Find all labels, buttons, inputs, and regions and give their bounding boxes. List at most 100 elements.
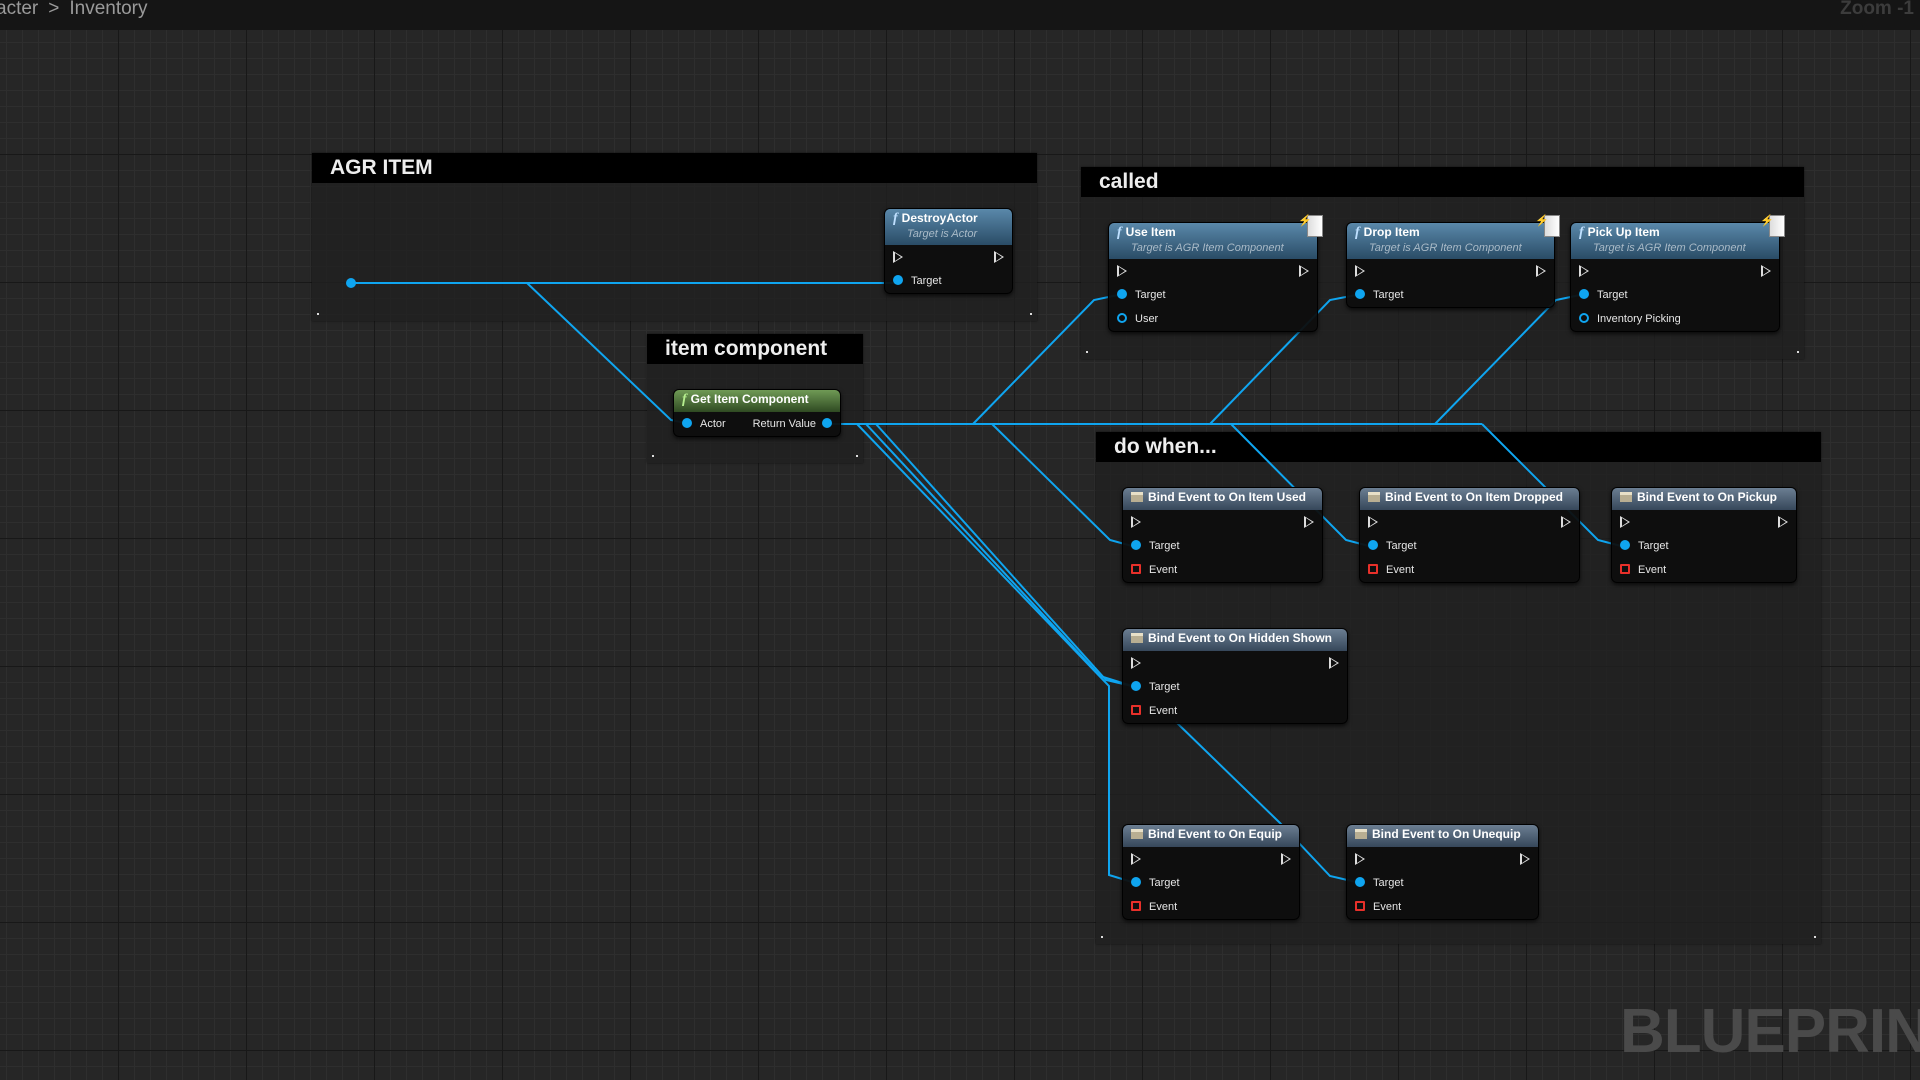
- node-title: Bind Event to On Equip: [1148, 827, 1282, 841]
- exec-out-pin[interactable]: [1329, 657, 1339, 669]
- input-pin[interactable]: [1368, 540, 1378, 550]
- pin-row: Target: [885, 269, 1012, 293]
- event-pin[interactable]: [1131, 705, 1141, 715]
- node-header: f Use Item Target is AGR Item Component: [1109, 214, 1323, 259]
- exec-out-pin[interactable]: [994, 251, 1004, 263]
- node-use-item[interactable]: fUse Item Target is AGR Item Component Tar…: [1108, 214, 1323, 332]
- node-pick-up-item[interactable]: f Pick Up Item Target is AGR Item Componen…: [1570, 214, 1785, 332]
- pin-label: Event: [1149, 564, 1178, 576]
- exec-row: [1109, 259, 1317, 283]
- input-pin[interactable]: [682, 418, 692, 428]
- wire[interactable]: [865, 423, 1133, 687]
- pin-row: Event: [1123, 895, 1299, 919]
- node-bind-event-to-on-item-used[interactable]: Bind Event to On Item Used Target Event: [1122, 487, 1323, 583]
- pin-row: User: [1109, 307, 1317, 331]
- pin-label: Target: [1597, 289, 1628, 301]
- exec-in-pin[interactable]: [1368, 516, 1378, 528]
- node-bind-event-to-on-equip[interactable]: Bind Event to On Equip Target Event: [1122, 824, 1300, 920]
- input-pin[interactable]: [1117, 313, 1127, 323]
- node-header: f Get Item Component: [674, 390, 840, 412]
- exec-out-pin[interactable]: [1536, 265, 1546, 277]
- input-pin[interactable]: [1131, 540, 1141, 550]
- node-title: Pick Up Item: [1587, 225, 1660, 239]
- input-pin[interactable]: [1131, 681, 1141, 691]
- reroute-node[interactable]: [346, 278, 356, 288]
- wire[interactable]: [991, 423, 1133, 547]
- exec-out-pin[interactable]: [1299, 265, 1309, 277]
- exec-row: [1571, 259, 1779, 283]
- exec-in-pin[interactable]: [1131, 516, 1141, 528]
- input-pin[interactable]: [893, 275, 903, 285]
- node-title: DestroyActor: [901, 211, 978, 225]
- pin-row: Event: [1612, 558, 1796, 582]
- pin-label: Target: [1386, 540, 1417, 552]
- input-pin[interactable]: [1355, 877, 1365, 887]
- event-pin[interactable]: [1368, 564, 1378, 574]
- node-bind-event-to-on-unequip[interactable]: Bind Event to On Unequip Target Event: [1346, 824, 1539, 920]
- exec-in-pin[interactable]: [1131, 853, 1141, 865]
- node-destroyactor[interactable]: f DestroyActor Target is Actor Target: [884, 208, 1013, 294]
- bind-event-icon: [1131, 829, 1143, 839]
- exec-in-pin[interactable]: [1579, 265, 1589, 277]
- exec-out-pin[interactable]: [1281, 853, 1291, 865]
- pin-label: Target: [1373, 877, 1404, 889]
- node-bind-event-to-on-item-dropped[interactable]: Bind Event to On Item Dropped Target Event: [1359, 487, 1580, 583]
- pin-row: Target: [1571, 283, 1779, 307]
- node-bind-event-to-on-hidden-shown[interactable]: Bind Event to On Hidden Shown Target Event: [1122, 628, 1348, 724]
- exec-row: [1612, 510, 1796, 534]
- input-pin[interactable]: [1355, 289, 1365, 299]
- pin-label: Target: [1149, 681, 1180, 693]
- event-pin[interactable]: [1131, 901, 1141, 911]
- pin-label: Event: [1386, 564, 1415, 576]
- exec-out-pin[interactable]: [1561, 516, 1571, 528]
- wire[interactable]: [856, 423, 1133, 883]
- event-dispatcher-icon: [1535, 214, 1560, 237]
- input-pin[interactable]: [1579, 289, 1589, 299]
- input-pin[interactable]: [1620, 540, 1630, 550]
- exec-in-pin[interactable]: [1117, 265, 1127, 277]
- input-pin[interactable]: [1117, 289, 1127, 299]
- node-title: Get Item Component: [690, 392, 809, 406]
- exec-row: [1123, 651, 1347, 675]
- node-subtitle: Target is AGR Item Component: [1131, 242, 1284, 254]
- input-pin[interactable]: [1579, 313, 1589, 323]
- event-dispatcher-icon: [1298, 214, 1323, 237]
- exec-in-pin[interactable]: [1620, 516, 1630, 528]
- exec-out-pin[interactable]: [1761, 265, 1771, 277]
- node-title: Drop Item: [1363, 225, 1420, 239]
- node-header: f Pick Up Item Target is AGR Item Componen…: [1571, 214, 1785, 259]
- event-pin[interactable]: [1355, 901, 1365, 911]
- event-pin[interactable]: [1620, 564, 1630, 574]
- bind-event-icon: [1355, 829, 1367, 839]
- pin-label: Target: [1638, 540, 1669, 552]
- node-title: Bind Event to On Item Used: [1148, 490, 1307, 504]
- wire[interactable]: [1434, 294, 1581, 425]
- pin-row: Target: [1123, 675, 1347, 699]
- exec-out-pin[interactable]: [1520, 853, 1530, 865]
- event-dispatcher-icon: [1760, 214, 1785, 237]
- exec-in-pin[interactable]: [1355, 265, 1365, 277]
- exec-row: [1347, 259, 1554, 283]
- exec-out-pin[interactable]: [1778, 516, 1788, 528]
- input-pin[interactable]: [1131, 877, 1141, 887]
- pin-row: Event: [1347, 895, 1538, 919]
- pin-row: Target: [1360, 534, 1579, 558]
- wire[interactable]: [875, 423, 1133, 687]
- pin-label: Return Value: [752, 418, 816, 430]
- node-bind-event-to-on-pickup[interactable]: Bind Event to On Pickup Target Event: [1611, 487, 1797, 583]
- pin-row: Target: [1123, 534, 1322, 558]
- exec-in-pin[interactable]: [1355, 853, 1365, 865]
- function-icon: f: [893, 211, 898, 226]
- function-icon: f: [1579, 225, 1584, 240]
- wire[interactable]: [526, 282, 691, 425]
- wire[interactable]: [972, 294, 1119, 425]
- pin-label: Target: [1149, 540, 1180, 552]
- exec-in-pin[interactable]: [893, 251, 903, 263]
- output-pin[interactable]: [822, 418, 832, 428]
- node-drop-item[interactable]: fDrop Item Target is AGR Item Component Ta…: [1346, 214, 1560, 308]
- node-get-item-component[interactable]: f Get Item Component Actor Return Value: [673, 389, 841, 437]
- exec-in-pin[interactable]: [1131, 657, 1141, 669]
- event-pin[interactable]: [1131, 564, 1141, 574]
- pin-row: Inventory Picking: [1571, 307, 1779, 331]
- exec-out-pin[interactable]: [1304, 516, 1314, 528]
